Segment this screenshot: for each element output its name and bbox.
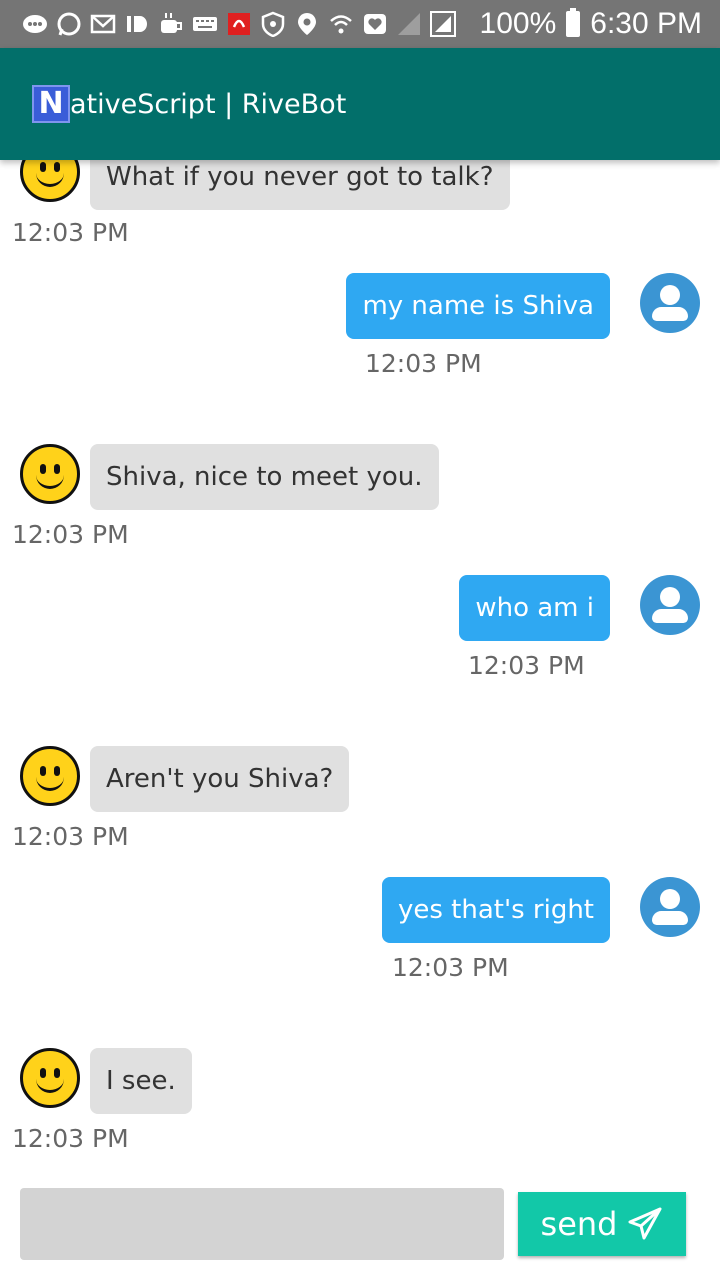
bot-bubble: Shiva, nice to meet you. — [90, 444, 439, 510]
paper-plane-icon — [628, 1207, 662, 1240]
message-time: 12:03 PM — [12, 218, 129, 247]
app-title: ativeScript | RiveBot — [70, 88, 347, 120]
user-bubble: yes that's right — [381, 877, 610, 943]
clock: 6:30 PM — [590, 7, 702, 40]
bot-smiley-icon — [20, 444, 80, 504]
nativescript-logo-icon: N — [32, 85, 70, 123]
keyboard-icon — [193, 17, 217, 31]
bot-message: What if you never got to talk? — [90, 160, 510, 210]
bot-message: I see. — [90, 1048, 192, 1114]
signal-box-icon — [430, 11, 456, 37]
bot-smiley-icon — [20, 160, 80, 202]
bot-bubble: What if you never got to talk? — [90, 160, 510, 210]
coffee-icon — [161, 13, 182, 33]
message-time: 12:03 PM — [12, 1124, 129, 1153]
message-time: 12:03 PM — [392, 953, 509, 982]
bot-message: Aren't you Shiva? — [90, 746, 350, 812]
notification-icons — [0, 11, 456, 37]
message-time: 12:03 PM — [12, 822, 129, 851]
bot-bubble: I see. — [90, 1048, 192, 1114]
send-label: send — [540, 1205, 618, 1243]
shield-icon — [261, 11, 285, 37]
bot-smiley-icon — [20, 1048, 80, 1108]
user-bubble: who am i — [459, 575, 610, 641]
bot-message: Shiva, nice to meet you. — [90, 444, 439, 510]
user-avatar-icon — [640, 877, 700, 937]
signal-icon — [398, 13, 420, 35]
gmail-icon — [90, 14, 116, 34]
user-bubble: my name is Shiva — [346, 273, 610, 339]
message-time: 12:03 PM — [365, 349, 482, 378]
user-message: my name is Shiva — [346, 273, 610, 339]
user-avatar-icon — [640, 273, 700, 333]
composer: send — [0, 1180, 720, 1280]
id-icon — [127, 16, 147, 32]
message-time: 12:03 PM — [12, 520, 129, 549]
airtel-icon — [228, 13, 250, 35]
send-button[interactable]: send — [518, 1192, 686, 1256]
status-bar: 100% 6:30 PM — [0, 0, 720, 48]
chat-list[interactable]: What if you never got to talk? 12:03 PM … — [0, 160, 720, 1180]
status-right: 100% 6:30 PM — [480, 0, 702, 48]
chat-bubble-icon — [23, 15, 47, 33]
message-time: 12:03 PM — [468, 651, 585, 680]
app-bar: N ativeScript | RiveBot — [0, 48, 720, 160]
whatsapp-icon — [57, 12, 81, 36]
battery-percent: 100% — [479, 7, 557, 40]
user-message: yes that's right — [381, 877, 610, 943]
user-message: who am i — [459, 575, 610, 641]
bot-smiley-icon — [20, 746, 80, 806]
message-input[interactable] — [20, 1188, 504, 1260]
bot-bubble: Aren't you Shiva? — [90, 746, 350, 812]
location-icon — [298, 13, 316, 35]
user-avatar-icon — [640, 575, 700, 635]
heart-icon — [364, 14, 386, 34]
wifi-icon — [330, 15, 352, 34]
battery-icon — [566, 8, 581, 37]
